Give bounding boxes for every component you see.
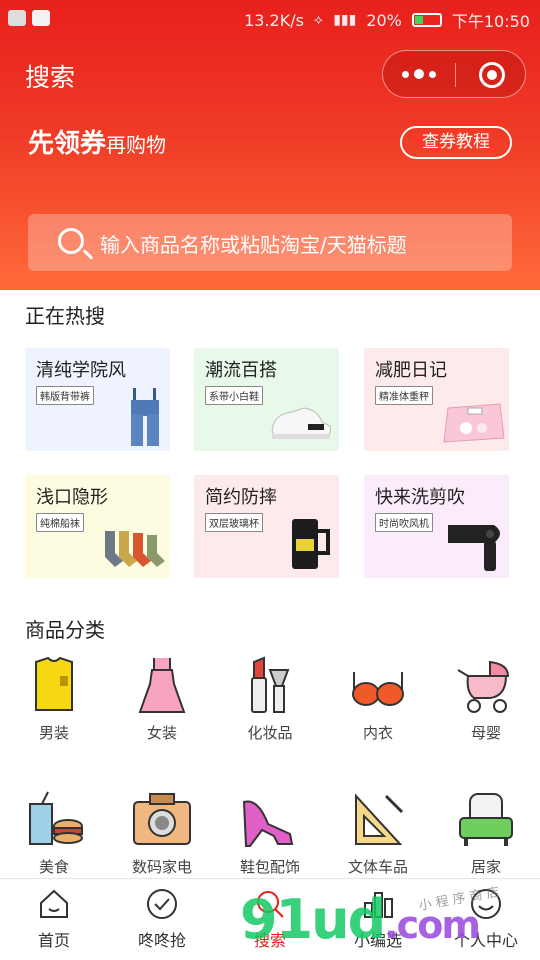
hot-card[interactable]: 简约防摔 双层玻璃杯 — [194, 475, 339, 578]
mug-icon — [292, 519, 330, 569]
high-heel-icon — [238, 790, 302, 850]
category-item[interactable]: 母婴 — [446, 656, 526, 743]
sofa-icon — [454, 790, 518, 850]
hot-card[interactable]: 快来洗剪吹 时尚吹风机 — [364, 475, 509, 578]
hot-search-title: 正在热搜 — [25, 304, 105, 328]
category-label: 男装 — [38, 724, 69, 742]
hairdryer-icon — [448, 525, 500, 571]
category-label: 居家 — [470, 858, 501, 876]
check-clock-icon — [145, 887, 179, 921]
category-item[interactable]: 内衣 — [338, 656, 418, 743]
hot-card[interactable]: 减肥日记 精准体重秤 — [364, 348, 509, 451]
dot-icon — [402, 70, 409, 78]
dot-icon — [414, 69, 424, 79]
sneaker-icon — [271, 407, 331, 439]
bra-icon — [346, 656, 410, 716]
promo-slogan: 先领券再购物 — [28, 123, 166, 160]
promo-rest: 再购物 — [106, 133, 167, 157]
hot-card-title: 潮流百搭 — [205, 360, 277, 381]
wifi-icon: ⟡ — [313, 12, 324, 28]
clock: 下午10:50 — [451, 12, 530, 31]
hot-card-title: 简约防摔 — [205, 487, 277, 508]
category-item[interactable]: 鞋包配饰 — [230, 790, 310, 877]
category-label: 美食 — [38, 858, 69, 876]
hot-card[interactable]: 潮流百搭 系带小白鞋 — [194, 348, 339, 451]
battery-percent: 20% — [366, 10, 402, 30]
tab-label: 咚咚抢 — [137, 931, 186, 950]
food-icon — [22, 790, 86, 850]
page-title: 搜索 — [25, 63, 76, 92]
overalls-icon — [131, 388, 159, 446]
dot-icon — [429, 70, 436, 78]
capsule-divider — [455, 63, 456, 87]
hot-card[interactable]: 清纯学院风 韩版背带裤 — [25, 348, 170, 451]
hot-card-tag: 时尚吹风机 — [375, 513, 433, 532]
search-placeholder: 输入商品名称或粘贴淘宝/天猫标题 — [100, 233, 407, 257]
qq-icon — [32, 10, 50, 26]
hot-card-title: 快来洗剪吹 — [375, 487, 465, 508]
more-menu-button[interactable] — [383, 51, 455, 97]
wechat-icon — [8, 10, 26, 26]
coupon-tutorial-button[interactable]: 查券教程 — [400, 126, 512, 159]
category-item[interactable]: 男装 — [14, 656, 94, 743]
category-label: 文体车品 — [347, 858, 408, 876]
hot-card-tag: 系带小白鞋 — [205, 386, 263, 405]
tshirt-icon — [22, 656, 86, 716]
category-label: 数码家电 — [131, 858, 192, 876]
cosmetics-icon — [238, 656, 302, 716]
signal-icon: ▮▮▮ — [333, 12, 357, 28]
category-label: 女装 — [146, 724, 177, 742]
camera-icon — [130, 790, 194, 850]
category-item[interactable]: 美食 — [14, 790, 94, 877]
hot-card-tag: 韩版背带裤 — [36, 386, 94, 405]
category-item[interactable]: 化妆品 — [230, 656, 310, 743]
category-label: 化妆品 — [247, 724, 293, 742]
hot-card-title: 减肥日记 — [375, 360, 447, 381]
mini-program-capsule — [382, 50, 526, 98]
category-item[interactable]: 女装 — [122, 656, 202, 743]
hot-card[interactable]: 浅口隐形 纯棉船袜 — [25, 475, 170, 578]
home-icon — [37, 887, 71, 921]
category-label: 内衣 — [362, 724, 393, 742]
tab-flash-sale[interactable]: 咚咚抢 — [108, 887, 216, 951]
category-label: 鞋包配饰 — [239, 858, 300, 876]
hot-card-tag: 双层玻璃杯 — [205, 513, 263, 532]
tab-label: 首页 — [37, 931, 70, 950]
category-title: 商品分类 — [25, 618, 105, 642]
category-item[interactable]: 数码家电 — [122, 790, 202, 877]
search-input[interactable]: 输入商品名称或粘贴淘宝/天猫标题 — [28, 214, 512, 271]
watermark-main: 91ud — [240, 888, 386, 951]
hot-card-tag: 精准体重秤 — [375, 386, 433, 405]
dress-icon — [130, 656, 194, 716]
status-bar: 13.2K/s ⟡ ▮▮▮ 20% 下午10:50 — [0, 0, 540, 36]
category-label: 母婴 — [470, 724, 501, 742]
category-item[interactable]: 文体车品 — [338, 790, 418, 877]
hot-card-title: 清纯学院风 — [36, 360, 126, 381]
promo-strong: 先领券 — [28, 129, 107, 159]
close-target-icon[interactable] — [479, 62, 505, 88]
ruler-icon — [346, 790, 410, 850]
hot-card-title: 浅口隐形 — [36, 487, 108, 508]
scale-icon — [443, 403, 505, 443]
search-icon — [58, 228, 84, 254]
stroller-icon — [454, 656, 518, 716]
battery-icon — [411, 13, 442, 27]
network-speed: 13.2K/s — [244, 10, 304, 30]
socks-icon — [105, 531, 165, 567]
hot-card-tag: 纯棉船袜 — [36, 513, 84, 532]
tab-home[interactable]: 首页 — [0, 887, 108, 951]
category-item[interactable]: 居家 — [446, 790, 526, 877]
